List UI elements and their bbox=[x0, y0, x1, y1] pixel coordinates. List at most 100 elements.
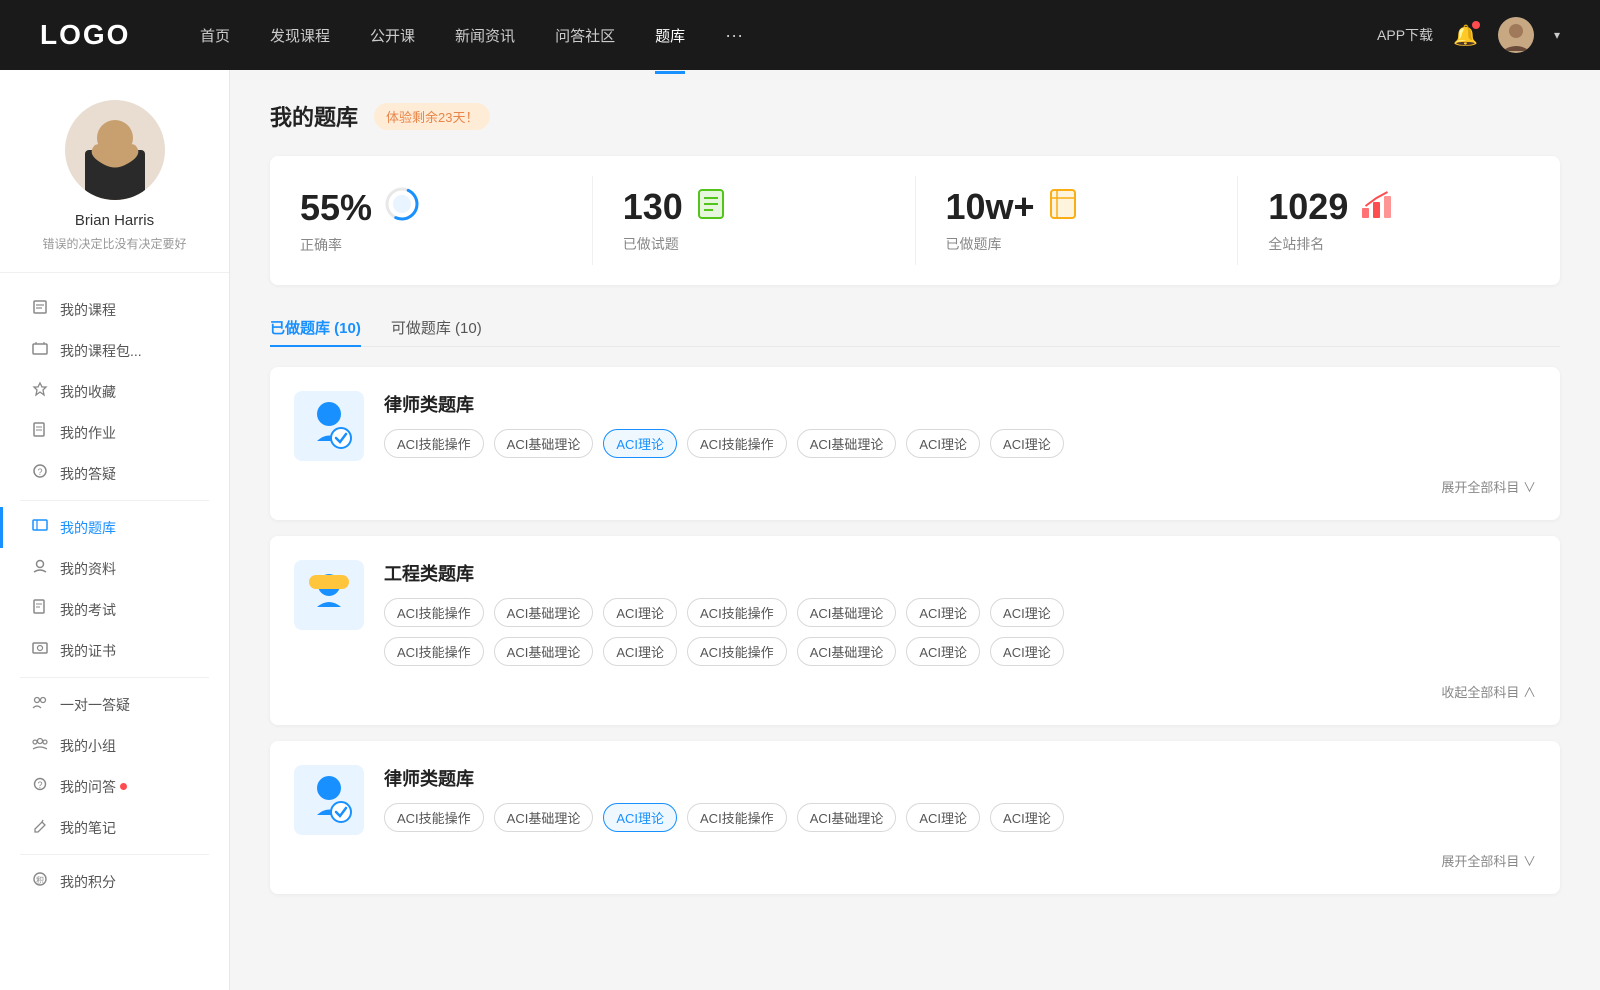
tag-eng-11[interactable]: ACI基础理论 bbox=[797, 637, 897, 666]
stat-banks-done-row: 10w+ bbox=[946, 186, 1079, 228]
tag-lawyer2-1[interactable]: ACI基础理论 bbox=[494, 803, 594, 832]
tag-eng-0[interactable]: ACI技能操作 bbox=[384, 598, 484, 627]
tags-row-engineer-1: ACI技能操作 ACI基础理论 ACI理论 ACI技能操作 ACI基础理论 AC… bbox=[384, 598, 1536, 627]
main-content: 我的题库 体验剩余23天！ 55% 正确率 bbox=[230, 70, 1600, 990]
tag-lawyer1-4[interactable]: ACI基础理论 bbox=[797, 429, 897, 458]
sidebar-item-coursepack[interactable]: 我的课程包... bbox=[0, 330, 229, 371]
expand-link-lawyer1[interactable]: 展开全部科目 ∨ bbox=[294, 477, 1536, 496]
stat-banks-done-value: 10w+ bbox=[946, 186, 1035, 228]
qbank-title-lawyer2: 律师类题库 bbox=[384, 765, 1536, 791]
collapse-link-engineer[interactable]: 收起全部科目 ∧ bbox=[294, 682, 1536, 701]
sidebar-label-favorites: 我的收藏 bbox=[60, 382, 116, 402]
mygroup-icon bbox=[30, 735, 50, 756]
nav-opencourse[interactable]: 公开课 bbox=[370, 21, 415, 50]
tag-eng-6[interactable]: ACI理论 bbox=[990, 598, 1064, 627]
notification-button[interactable]: 🔔 bbox=[1453, 23, 1478, 48]
sidebar-item-mycert[interactable]: 我的证书 bbox=[0, 630, 229, 671]
qbank-title-engineer: 工程类题库 bbox=[384, 560, 1536, 586]
stat-accuracy: 55% 正确率 bbox=[270, 176, 593, 265]
stat-questions-done-icon bbox=[695, 188, 727, 227]
sidebar-item-myprofile[interactable]: 我的资料 bbox=[0, 548, 229, 589]
svg-text:积: 积 bbox=[36, 875, 44, 885]
one2one-icon bbox=[30, 694, 50, 715]
qbank-info-lawyer1: 律师类题库 ACI技能操作 ACI基础理论 ACI理论 ACI技能操作 ACI基… bbox=[384, 391, 1536, 458]
qbank-info-lawyer2: 律师类题库 ACI技能操作 ACI基础理论 ACI理论 ACI技能操作 ACI基… bbox=[384, 765, 1536, 832]
nav-qbank[interactable]: 题库 bbox=[655, 21, 685, 50]
stat-accuracy-row: 55% bbox=[300, 186, 420, 229]
app-download-button[interactable]: APP下载 bbox=[1377, 25, 1433, 45]
sidebar-item-mygroup[interactable]: 我的小组 bbox=[0, 725, 229, 766]
tag-eng-2[interactable]: ACI理论 bbox=[603, 598, 677, 627]
nav-home[interactable]: 首页 bbox=[200, 21, 230, 50]
tag-lawyer2-0[interactable]: ACI技能操作 bbox=[384, 803, 484, 832]
sidebar-item-homework[interactable]: 我的作业 bbox=[0, 412, 229, 453]
tag-lawyer1-2[interactable]: ACI理论 bbox=[603, 429, 677, 458]
sidebar-label-one2one: 一对一答疑 bbox=[60, 695, 130, 715]
mypoints-icon: 积 bbox=[30, 871, 50, 892]
nav-news[interactable]: 新闻资讯 bbox=[455, 21, 515, 50]
sidebar-item-qa[interactable]: ? 我的答疑 bbox=[0, 453, 229, 494]
tag-lawyer1-0[interactable]: ACI技能操作 bbox=[384, 429, 484, 458]
tag-lawyer2-4[interactable]: ACI基础理论 bbox=[797, 803, 897, 832]
qbank-avatar-lawyer1 bbox=[294, 391, 364, 461]
tag-lawyer1-5[interactable]: ACI理论 bbox=[906, 429, 980, 458]
nav-discover[interactable]: 发现课程 bbox=[270, 21, 330, 50]
stat-rank-icon bbox=[1360, 188, 1392, 227]
tag-eng-5[interactable]: ACI理论 bbox=[906, 598, 980, 627]
tag-lawyer2-3[interactable]: ACI技能操作 bbox=[687, 803, 787, 832]
tag-eng-9[interactable]: ACI理论 bbox=[603, 637, 677, 666]
tabs-row: 已做题库 (10) 可做题库 (10) bbox=[270, 309, 1560, 347]
svg-text:?: ? bbox=[37, 467, 42, 477]
sidebar-label-coursepack: 我的课程包... bbox=[60, 341, 142, 361]
qbank-avatar-engineer bbox=[294, 560, 364, 630]
myprofile-icon bbox=[30, 558, 50, 579]
sidebar-item-favorites[interactable]: 我的收藏 bbox=[0, 371, 229, 412]
homework-icon bbox=[30, 422, 50, 443]
coursepack-icon bbox=[30, 340, 50, 361]
qbank-card-lawyer1: 律师类题库 ACI技能操作 ACI基础理论 ACI理论 ACI技能操作 ACI基… bbox=[270, 367, 1560, 520]
tag-lawyer2-5[interactable]: ACI理论 bbox=[906, 803, 980, 832]
sidebar-item-myquestions[interactable]: ? 我的问答 bbox=[0, 766, 229, 807]
sidebar-item-myqbank[interactable]: 我的题库 bbox=[0, 507, 229, 548]
sidebar-label-mycourse: 我的课程 bbox=[60, 300, 116, 320]
tag-eng-10[interactable]: ACI技能操作 bbox=[687, 637, 787, 666]
tag-lawyer1-6[interactable]: ACI理论 bbox=[990, 429, 1064, 458]
nav-qa[interactable]: 问答社区 bbox=[555, 21, 615, 50]
tag-eng-4[interactable]: ACI基础理论 bbox=[797, 598, 897, 627]
stat-banks-done: 10w+ 已做题库 bbox=[916, 176, 1239, 265]
tag-eng-7[interactable]: ACI技能操作 bbox=[384, 637, 484, 666]
tag-eng-12[interactable]: ACI理论 bbox=[906, 637, 980, 666]
tag-eng-13[interactable]: ACI理论 bbox=[990, 637, 1064, 666]
sidebar-item-one2one[interactable]: 一对一答疑 bbox=[0, 684, 229, 725]
user-avatar-header[interactable] bbox=[1498, 17, 1534, 53]
sidebar-label-mynotes: 我的笔记 bbox=[60, 818, 116, 838]
tag-eng-1[interactable]: ACI基础理论 bbox=[494, 598, 594, 627]
page-header: 我的题库 体验剩余23天！ bbox=[270, 100, 1560, 132]
tag-eng-3[interactable]: ACI技能操作 bbox=[687, 598, 787, 627]
tab-done[interactable]: 已做题库 (10) bbox=[270, 309, 361, 346]
sidebar-item-mynotes[interactable]: 我的笔记 bbox=[0, 807, 229, 848]
tag-lawyer2-2[interactable]: ACI理论 bbox=[603, 803, 677, 832]
qbank-card-engineer: 工程类题库 ACI技能操作 ACI基础理论 ACI理论 ACI技能操作 ACI基… bbox=[270, 536, 1560, 725]
stat-accuracy-value: 55% bbox=[300, 187, 372, 229]
sidebar-label-myexam: 我的考试 bbox=[60, 600, 116, 620]
stat-questions-done: 130 已做试题 bbox=[593, 176, 916, 265]
qbank-card-engineer-header: 工程类题库 ACI技能操作 ACI基础理论 ACI理论 ACI技能操作 ACI基… bbox=[294, 560, 1536, 666]
profile-name: Brian Harris bbox=[75, 212, 154, 229]
sidebar-label-mypoints: 我的积分 bbox=[60, 872, 116, 892]
tab-available[interactable]: 可做题库 (10) bbox=[391, 309, 482, 346]
tags-row-lawyer2: ACI技能操作 ACI基础理论 ACI理论 ACI技能操作 ACI基础理论 AC… bbox=[384, 803, 1536, 832]
nav-more[interactable]: ··· bbox=[725, 25, 743, 46]
tag-eng-8[interactable]: ACI基础理论 bbox=[494, 637, 594, 666]
sidebar-item-mycourse[interactable]: 我的课程 bbox=[0, 289, 229, 330]
sidebar-item-myexam[interactable]: 我的考试 bbox=[0, 589, 229, 630]
stat-rank: 1029 全站排名 bbox=[1238, 176, 1560, 265]
tag-lawyer2-6[interactable]: ACI理论 bbox=[990, 803, 1064, 832]
header: LOGO 首页 发现课程 公开课 新闻资讯 问答社区 题库 ··· APP下载 … bbox=[0, 0, 1600, 70]
tag-lawyer1-1[interactable]: ACI基础理论 bbox=[494, 429, 594, 458]
sidebar-label-homework: 我的作业 bbox=[60, 423, 116, 443]
user-dropdown-arrow[interactable]: ▾ bbox=[1554, 28, 1560, 42]
tag-lawyer1-3[interactable]: ACI技能操作 bbox=[687, 429, 787, 458]
sidebar-item-mypoints[interactable]: 积 我的积分 bbox=[0, 861, 229, 902]
expand-link-lawyer2[interactable]: 展开全部科目 ∨ bbox=[294, 851, 1536, 870]
